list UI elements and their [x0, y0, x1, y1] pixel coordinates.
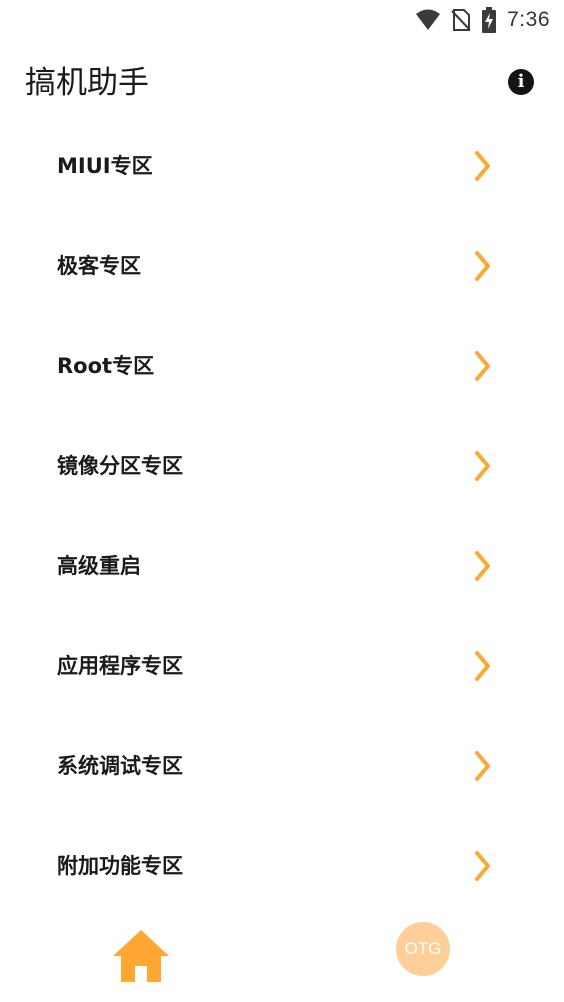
otg-label: OTG: [404, 939, 442, 958]
menu-item-apps[interactable]: 应用程序专区: [0, 616, 564, 716]
menu-item-label: 高级重启: [57, 554, 141, 578]
menu-item-label: MIUI专区: [57, 154, 153, 178]
menu-item-label: 极客专区: [57, 254, 141, 278]
nav-home-button[interactable]: [111, 928, 171, 984]
info-icon: i: [517, 71, 525, 92]
status-bar: 7:36: [0, 0, 564, 40]
bottom-nav: OTG: [0, 920, 564, 1002]
menu-list: MIUI专区 极客专区 Root专区 镜像分区专区 高级重启 应用程序专区 系统…: [0, 116, 564, 916]
nav-otg-button[interactable]: OTG: [396, 922, 450, 976]
page-title: 搞机助手: [25, 65, 149, 101]
battery-charging-icon: [482, 7, 497, 33]
home-icon: [113, 930, 169, 982]
info-button[interactable]: i: [508, 69, 534, 95]
menu-item-geek[interactable]: 极客专区: [0, 216, 564, 316]
chevron-right-icon: [475, 551, 490, 581]
menu-item-label: 系统调试专区: [57, 754, 183, 778]
chevron-right-icon: [475, 151, 490, 181]
chevron-right-icon: [475, 651, 490, 681]
chevron-right-icon: [475, 351, 490, 381]
app-header: 搞机助手 i: [0, 52, 564, 116]
no-sim-icon: [451, 9, 471, 31]
menu-item-miui[interactable]: MIUI专区: [0, 116, 564, 216]
menu-item-system-debug[interactable]: 系统调试专区: [0, 716, 564, 816]
menu-item-root[interactable]: Root专区: [0, 316, 564, 416]
menu-item-advanced-reboot[interactable]: 高级重启: [0, 516, 564, 616]
chevron-right-icon: [475, 751, 490, 781]
menu-item-label: 附加功能专区: [57, 854, 183, 878]
menu-item-extra-features[interactable]: 附加功能专区: [0, 816, 564, 916]
chevron-right-icon: [475, 251, 490, 281]
menu-item-label: 镜像分区专区: [57, 454, 183, 478]
status-time: 7:36: [507, 8, 550, 31]
menu-item-image-partition[interactable]: 镜像分区专区: [0, 416, 564, 516]
wifi-icon: [416, 9, 441, 30]
menu-item-label: Root专区: [57, 354, 155, 378]
chevron-right-icon: [475, 851, 490, 881]
menu-item-label: 应用程序专区: [57, 654, 183, 678]
status-icons: 7:36: [415, 6, 550, 34]
chevron-right-icon: [475, 451, 490, 481]
